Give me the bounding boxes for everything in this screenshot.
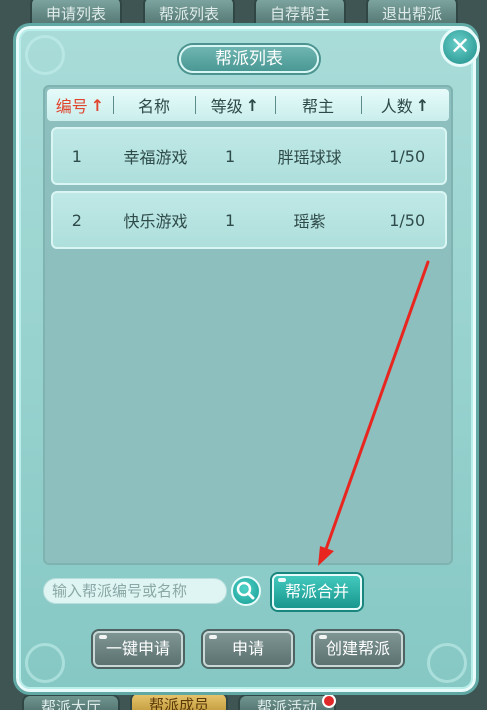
annotation-arrow-icon [318, 260, 430, 566]
